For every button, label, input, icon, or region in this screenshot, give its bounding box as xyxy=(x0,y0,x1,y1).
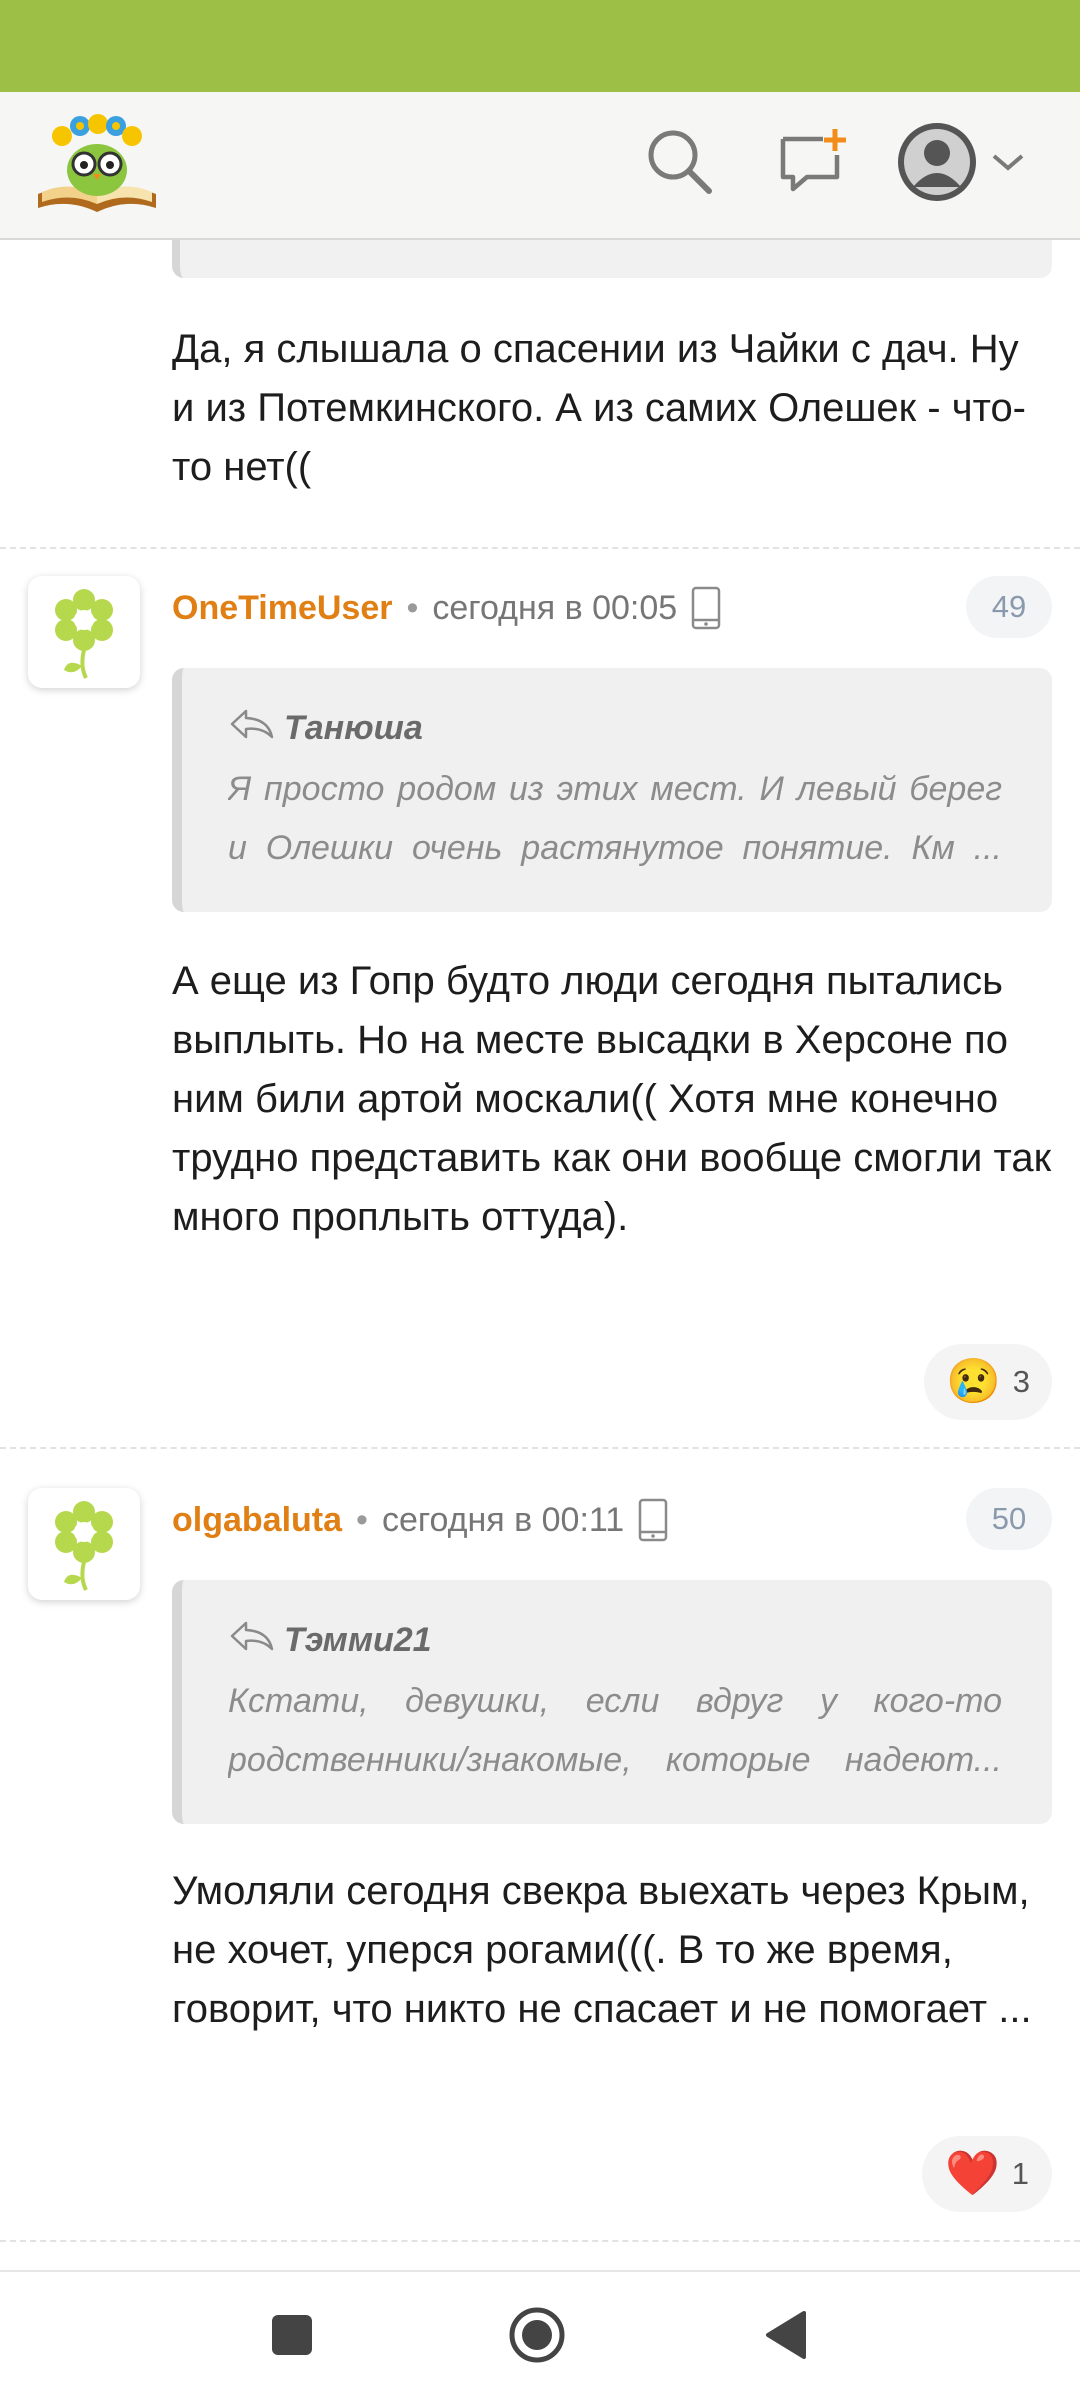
quote-line: и Олешки очень растянутое понятие. Км ..… xyxy=(228,829,1002,867)
avatar[interactable] xyxy=(28,1488,140,1600)
home-button[interactable] xyxy=(502,2302,572,2372)
chevron-down-icon xyxy=(990,150,1026,179)
post-meta: OneTimeUser • сегодня в 00:05 xyxy=(172,583,721,633)
top-app-bar xyxy=(0,92,1080,240)
previous-quote-block xyxy=(172,240,1052,278)
square-recents-icon xyxy=(270,2313,314,2362)
post-number-badge[interactable]: 49 xyxy=(966,576,1052,638)
avatar[interactable] xyxy=(28,576,140,688)
post-number-badge[interactable]: 50 xyxy=(966,1488,1052,1550)
quote-author: Танюша xyxy=(284,708,423,747)
heart-icon: ❤️ xyxy=(944,2149,1000,2198)
username-link[interactable]: OneTimeUser xyxy=(172,589,392,628)
quote-header: Танюша xyxy=(228,706,1002,750)
quote-header: Тэмми21 xyxy=(228,1618,1002,1662)
post-text: А еще из Гопр будто люди сегодня пыталис… xyxy=(172,959,1052,1239)
new-message-button[interactable] xyxy=(770,120,856,206)
reaction-count: 3 xyxy=(1012,1364,1031,1399)
quote-text: Кстати, девушки, если вдруг у кого-то ро… xyxy=(228,1672,1002,1790)
meta-separator: • xyxy=(406,588,419,627)
new-message-plus-icon xyxy=(777,125,849,202)
circle-home-icon xyxy=(507,2305,567,2370)
user-avatar-icon xyxy=(896,121,978,208)
mobile-phone-icon xyxy=(638,1498,668,1542)
post-divider xyxy=(0,2240,1080,2242)
quote-block[interactable]: Танюша Я просто родом из этих мест. И ле… xyxy=(172,668,1052,912)
post-divider xyxy=(0,1447,1080,1449)
reaction-button[interactable]: 😢 3 xyxy=(924,1344,1052,1420)
username-link[interactable]: olgabaluta xyxy=(172,1501,342,1540)
mobile-phone-icon xyxy=(691,586,721,630)
recents-button[interactable] xyxy=(257,2302,327,2372)
comments-feed: Да, я слышала о спасении из Чайки с дач.… xyxy=(0,240,1080,2270)
post-time: сегодня в 00:05 xyxy=(432,588,678,627)
post-text: Да, я слышала о спасении из Чайки с дач.… xyxy=(172,327,1027,489)
quote-text: Я просто родом из этих мест. И левый бер… xyxy=(228,760,1002,878)
back-button[interactable] xyxy=(750,2302,820,2372)
triangle-back-icon xyxy=(762,2309,808,2366)
quote-author: Тэмми21 xyxy=(284,1620,432,1659)
reply-arrow-icon xyxy=(228,707,284,750)
post-meta: olgabaluta • сегодня в 00:11 xyxy=(172,1495,668,1545)
reply-arrow-icon xyxy=(228,1619,284,1662)
account-menu-button[interactable] xyxy=(896,116,1046,212)
post-time: сегодня в 00:11 xyxy=(381,1500,625,1539)
flower-avatar-icon xyxy=(44,580,124,685)
quote-block[interactable]: Тэмми21 Кстати, девушки, если вдруг у ко… xyxy=(172,1580,1052,1824)
quote-line: Кстати, девушки, если вдруг у кого-то xyxy=(228,1682,1002,1720)
owl-book-logo[interactable] xyxy=(32,108,162,224)
meta-separator: • xyxy=(356,1500,368,1539)
crying-face-icon: 😢 xyxy=(945,1357,1001,1406)
flower-avatar-icon xyxy=(44,1492,124,1597)
system-navigation-bar xyxy=(0,2270,1080,2400)
search-icon xyxy=(643,125,715,202)
quote-line: Я просто родом из этих мест. И левый бер… xyxy=(228,770,1002,808)
reaction-count: 1 xyxy=(1011,2156,1030,2191)
post-divider xyxy=(0,547,1080,549)
status-bar xyxy=(0,0,1080,92)
search-button[interactable] xyxy=(636,120,722,206)
post-text: Умоляли сегодня свекра выехать через Кры… xyxy=(172,1869,1032,2031)
reaction-button[interactable]: ❤️ 1 xyxy=(922,2136,1052,2212)
quote-line: родственники/знакомые, которые надеют... xyxy=(228,1741,1002,1779)
